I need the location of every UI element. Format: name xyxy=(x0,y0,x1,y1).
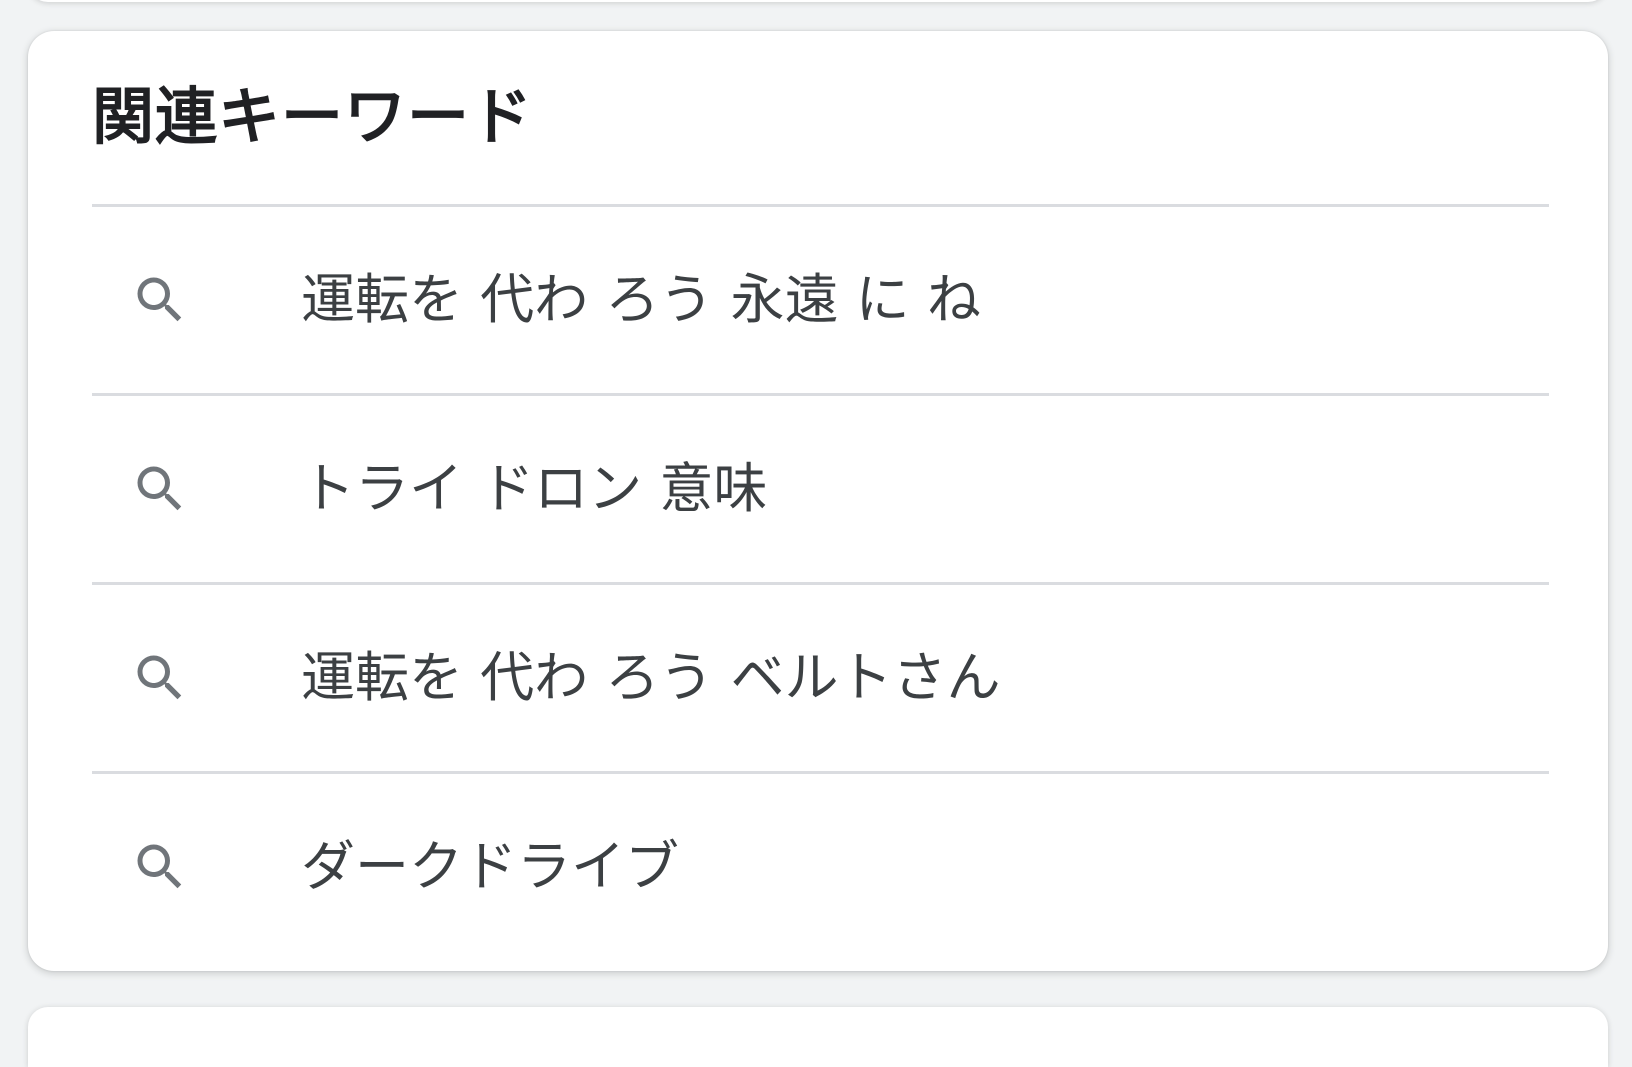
related-keyword-label: 運転を 代わ ろう 永遠 に ね xyxy=(301,268,981,331)
related-keyword-label: 運転を 代わ ろう ベルトさん xyxy=(301,646,1001,709)
search-icon xyxy=(130,459,190,519)
related-keyword-label: トライ ドロン 意味 xyxy=(301,457,768,520)
card-title: 関連キーワード xyxy=(92,80,534,153)
related-keywords-card: 関連キーワード 運転を 代わ ろう 永遠 に ね トライ ドロン 意味 運転を … xyxy=(28,31,1608,971)
related-keyword-item[interactable]: 運転を 代わ ろう 永遠 に ね xyxy=(92,204,1549,393)
previous-card-edge xyxy=(28,0,1608,2)
related-keyword-item[interactable]: ダークドライブ xyxy=(92,771,1549,960)
related-keyword-label: ダークドライブ xyxy=(301,835,679,898)
search-icon xyxy=(130,270,190,330)
next-card-edge xyxy=(28,1007,1608,1067)
related-keywords-list: 運転を 代わ ろう 永遠 に ね トライ ドロン 意味 運転を 代わ ろう ベル… xyxy=(92,204,1549,960)
related-keyword-item[interactable]: 運転を 代わ ろう ベルトさん xyxy=(92,582,1549,771)
search-icon xyxy=(130,837,190,897)
related-keyword-item[interactable]: トライ ドロン 意味 xyxy=(92,393,1549,582)
search-icon xyxy=(130,648,190,708)
